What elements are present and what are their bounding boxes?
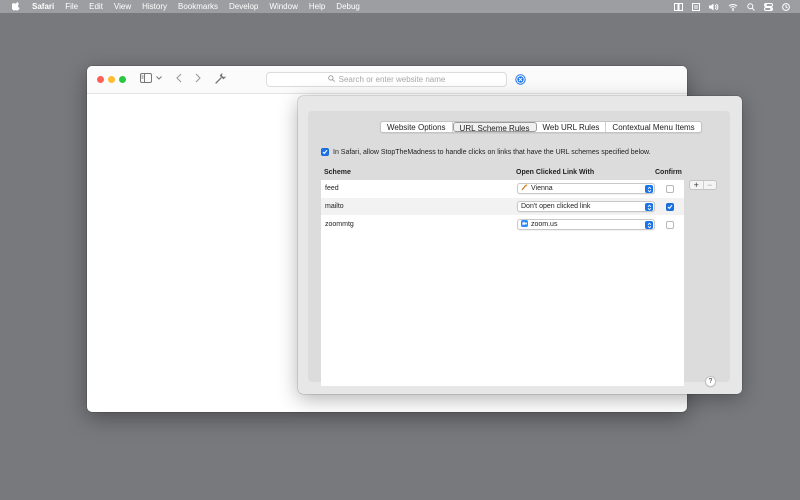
search-icon <box>327 75 335 84</box>
menu-debug[interactable]: Debug <box>336 2 360 11</box>
zoom-window-button[interactable] <box>119 76 126 83</box>
wrench-icon[interactable] <box>215 73 226 84</box>
tab-website-options[interactable]: Website Options <box>381 122 453 132</box>
scheme-cell: zoommtg <box>325 221 354 228</box>
menu-safari[interactable]: Safari <box>32 2 54 11</box>
open-with-select[interactable]: zoom.us <box>517 219 655 230</box>
reader-icon[interactable] <box>692 2 700 11</box>
menu-view[interactable]: View <box>114 2 131 11</box>
volume-icon[interactable] <box>709 3 719 11</box>
forward-icon[interactable] <box>195 73 201 83</box>
allow-url-schemes-checkbox[interactable] <box>321 148 329 156</box>
browser-toolbar: Search or enter website name <box>87 66 687 94</box>
open-with-select[interactable]: Vienna <box>517 183 655 194</box>
address-bar[interactable]: Search or enter website name <box>266 72 507 87</box>
tab-url-scheme-rules[interactable]: URL Scheme Rules <box>452 122 537 133</box>
confirm-checkbox[interactable] <box>666 220 674 229</box>
wifi-icon[interactable] <box>728 3 738 11</box>
scheme-cell: mailto <box>325 203 344 210</box>
split-view-icon[interactable] <box>674 2 683 11</box>
add-rule-button[interactable]: + <box>690 181 703 190</box>
menu-history[interactable]: History <box>142 2 167 11</box>
allow-url-schemes-row: In Safari, allow StopTheMadness to handl… <box>321 148 651 156</box>
tab-bar: Website Options URL Scheme Rules Web URL… <box>380 121 702 133</box>
table-header: Scheme Open Clicked Link With Confirm <box>322 169 692 179</box>
address-placeholder: Search or enter website name <box>338 75 446 84</box>
url-scheme-table: feed Vienna mailto Don't open clicked li… <box>321 180 684 386</box>
select-arrows-icon <box>645 203 653 211</box>
sidebar-icon[interactable] <box>140 73 152 83</box>
table-row[interactable]: feed Vienna <box>321 180 684 197</box>
zoom-icon <box>521 220 528 229</box>
chevron-down-icon[interactable] <box>156 76 162 80</box>
column-header-confirm[interactable]: Confirm <box>655 169 682 176</box>
menu-file[interactable]: File <box>65 2 78 11</box>
open-with-value: Vienna <box>531 185 553 192</box>
status-icons <box>674 2 790 11</box>
open-with-value: zoom.us <box>531 221 558 228</box>
column-header-open-with[interactable]: Open Clicked Link With <box>516 169 594 176</box>
scheme-cell: feed <box>325 185 339 192</box>
control-center-icon[interactable] <box>764 2 773 11</box>
remove-rule-button[interactable]: − <box>702 181 717 190</box>
confirm-checkbox[interactable] <box>666 202 674 211</box>
close-window-button[interactable] <box>97 76 104 83</box>
tab-contextual-menu-items[interactable]: Contextual Menu Items <box>606 122 700 132</box>
menu-window[interactable]: Window <box>269 2 297 11</box>
table-row[interactable]: zoommtg zoom.us <box>321 216 684 233</box>
select-arrows-icon <box>645 221 653 229</box>
search-icon[interactable] <box>747 2 755 11</box>
settings-panel: Website Options URL Scheme Rules Web URL… <box>308 111 730 387</box>
select-arrows-icon <box>645 185 653 193</box>
stopthemadness-extension-icon[interactable] <box>515 74 526 87</box>
help-button[interactable]: ? <box>705 376 716 387</box>
add-remove-control: + − <box>689 180 717 190</box>
open-with-value: Don't open clicked link <box>521 203 591 210</box>
open-with-select[interactable]: Don't open clicked link <box>517 201 655 212</box>
table-row[interactable]: mailto Don't open clicked link <box>321 198 684 215</box>
confirm-checkbox[interactable] <box>666 184 674 193</box>
menu-bar: Safari File Edit View History Bookmarks … <box>0 0 800 13</box>
vienna-icon <box>521 184 528 193</box>
tab-web-url-rules[interactable]: Web URL Rules <box>537 122 607 132</box>
back-icon[interactable] <box>176 73 182 83</box>
menu-bookmarks[interactable]: Bookmarks <box>178 2 218 11</box>
menu-edit[interactable]: Edit <box>89 2 103 11</box>
column-header-scheme[interactable]: Scheme <box>324 169 351 176</box>
minimize-window-button[interactable] <box>108 76 115 83</box>
clock-icon[interactable] <box>782 2 790 11</box>
menu-develop[interactable]: Develop <box>229 2 258 11</box>
apple-menu-icon[interactable] <box>12 2 22 11</box>
extension-popover: Website Options URL Scheme Rules Web URL… <box>298 96 742 394</box>
allow-url-schemes-label: In Safari, allow StopTheMadness to handl… <box>333 148 651 156</box>
menu-help[interactable]: Help <box>309 2 325 11</box>
